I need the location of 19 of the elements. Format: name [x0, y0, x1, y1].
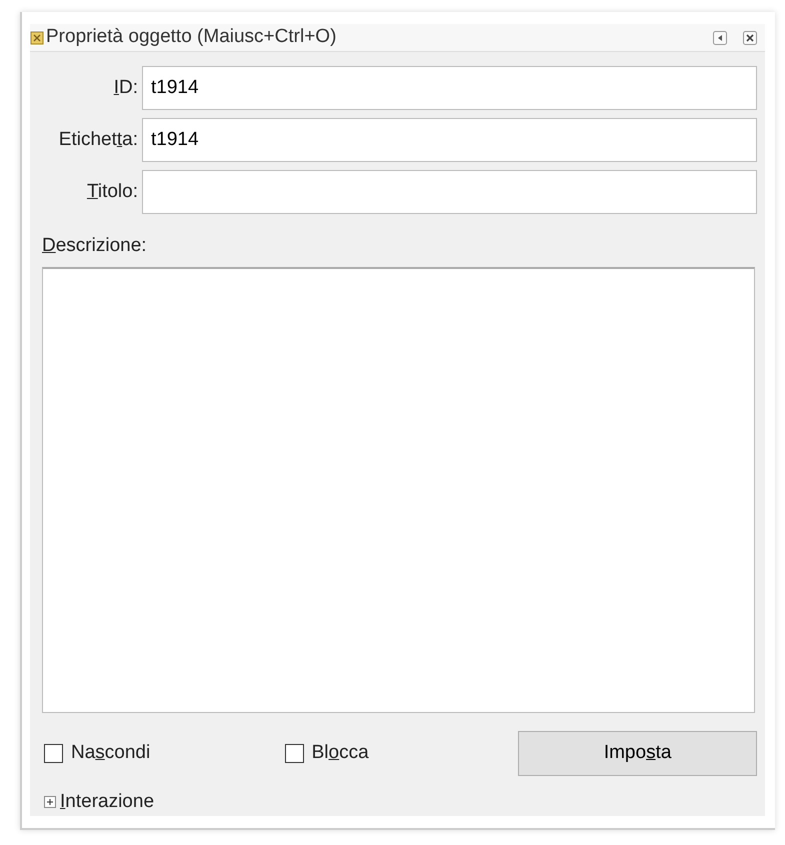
- field-label: Titolo:: [86, 180, 138, 204]
- input-field[interactable]: t1914: [142, 66, 757, 110]
- app-icon: [30, 30, 46, 46]
- set-button[interactable]: Imposta: [518, 730, 757, 776]
- dock-icon[interactable]: [713, 30, 727, 44]
- checkbox[interactable]: [44, 744, 63, 762]
- field-label: Descrizione:: [42, 234, 147, 258]
- checkbox-label: Blocca: [312, 740, 369, 765]
- input-field[interactable]: t1914: [142, 118, 757, 162]
- expand-icon[interactable]: [44, 796, 56, 808]
- field-label: Etichetta:: [58, 128, 138, 152]
- description-field[interactable]: [42, 266, 755, 712]
- window-title: Proprietà oggetto (Maiusc+Ctrl+O): [46, 25, 336, 50]
- field-label: ID:: [112, 76, 138, 100]
- checkbox[interactable]: [284, 744, 304, 762]
- checkbox-label: Nascondi: [71, 740, 150, 765]
- input-field[interactable]: [142, 170, 757, 214]
- close-icon[interactable]: [743, 30, 757, 44]
- expander-label[interactable]: Interazione: [60, 788, 154, 816]
